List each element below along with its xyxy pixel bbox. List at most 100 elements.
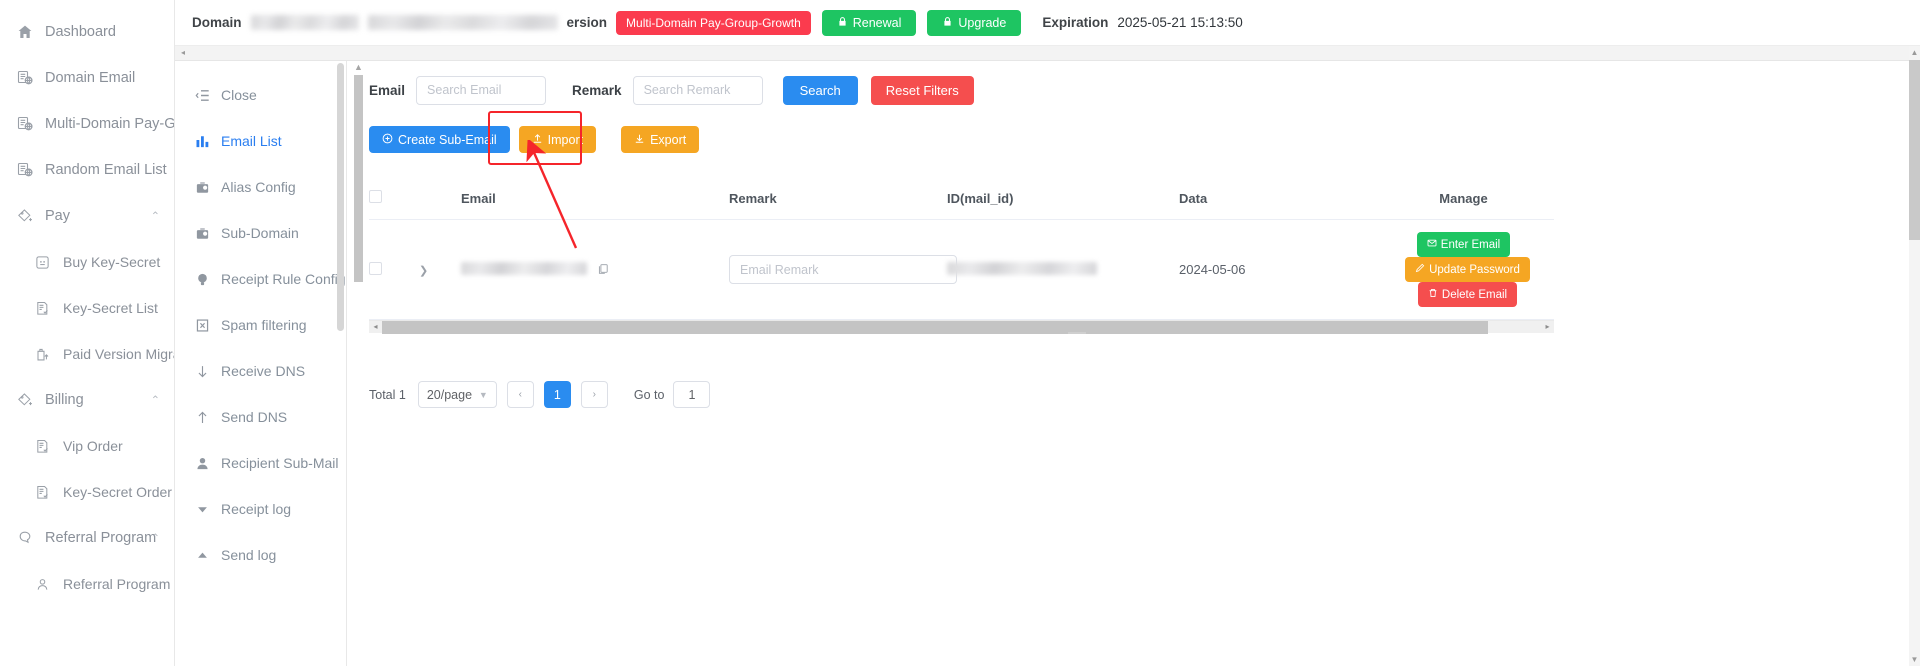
fixed-column-shadow [1187, 177, 1188, 265]
page-number-1[interactable]: 1 [543, 381, 571, 408]
enter-email-button[interactable]: Enter Email [1416, 232, 1511, 257]
menu-item-receipt-log[interactable]: Receipt log [175, 486, 346, 532]
domain-value-redacted [250, 15, 359, 30]
edit-icon [1415, 263, 1425, 276]
sidebar-item-label: Domain Email [45, 70, 136, 86]
menu-item-label: Send DNS [221, 409, 288, 425]
home-icon [16, 24, 33, 41]
row-mail-id-cell [947, 219, 1179, 320]
next-page-button[interactable]: › [580, 381, 608, 408]
content-vertical-scrollbar[interactable] [354, 61, 363, 666]
goto-label: Go to [633, 387, 665, 402]
row-checkbox[interactable] [369, 261, 382, 275]
sidebar-item-key-secret-list[interactable]: Key-Secret List [0, 285, 174, 331]
sidebar-item-multi-domain-pay-group[interactable]: Multi-Domain Pay-Group [0, 101, 174, 147]
bar-chart-icon [194, 133, 210, 149]
search-remark-input[interactable] [632, 75, 763, 105]
create-sub-email-label: Create Sub-Email [398, 132, 497, 147]
page-scrollbar[interactable]: ▲ ▼ [1909, 46, 1920, 666]
menu-item-label: Email List [221, 133, 282, 149]
page-scroll-up-icon[interactable]: ▲ [1909, 48, 1920, 57]
expiration-value: 2025-05-21 15:13:50 [1117, 15, 1243, 30]
menu-item-send-dns[interactable]: Send DNS [175, 394, 346, 440]
menu-item-alias-config[interactable]: Alias Config [175, 164, 346, 210]
update-password-button[interactable]: Update Password [1405, 257, 1530, 282]
caret-down-icon [194, 501, 210, 517]
reset-filters-button[interactable]: Reset Filters [870, 75, 974, 105]
page-scroll-thumb[interactable] [1909, 60, 1920, 240]
upgrade-label: Upgrade [958, 15, 1007, 30]
search-button[interactable]: Search [782, 75, 858, 105]
scroll-right-icon[interactable]: ▸ [1541, 323, 1554, 331]
sidebar-item-referral-program-sub[interactable]: Referral Program [0, 561, 174, 607]
chevron-up-icon[interactable]: ⌃ [151, 532, 160, 545]
domain-label: Domain [192, 15, 242, 30]
list-doc-icon [34, 438, 51, 455]
sidebar-item-label: Paid Version Migration [63, 346, 174, 362]
sidebar-item-buy-key-secret[interactable]: Buy Key-Secret [0, 239, 174, 285]
page-size-select[interactable]: 20/page ▼ [417, 381, 497, 408]
sidebar-item-domain-email[interactable]: Domain Email [0, 55, 174, 101]
secondary-menu-scrollbar[interactable] [337, 61, 344, 666]
upgrade-button[interactable]: Upgrade [927, 9, 1022, 36]
collapse-menu-icon [194, 87, 210, 103]
sidebar-item-referral-program[interactable]: Referral Program ⌃ [0, 515, 174, 561]
collapse-left-icon[interactable]: ◂ [181, 49, 185, 57]
column-mail-id: ID(mail_id) [947, 177, 1179, 220]
menu-item-receive-dns[interactable]: Receive DNS [175, 348, 346, 394]
remark-filter-label: Remark [572, 82, 622, 98]
list-doc-icon [34, 484, 51, 501]
create-sub-email-button[interactable]: Create Sub-Email [369, 126, 510, 153]
menu-item-spam-filtering[interactable]: Spam filtering [175, 302, 346, 348]
search-email-input[interactable] [416, 75, 547, 105]
chevron-up-icon[interactable]: ⌃ [151, 210, 160, 223]
sidebar-item-pay[interactable]: Pay ⌃ [0, 193, 174, 239]
sidebar-item-key-secret-order[interactable]: Key-Secret Order [0, 469, 174, 515]
total-count-label: Total 1 [369, 387, 406, 402]
delete-email-button[interactable]: Delete Email [1417, 282, 1518, 307]
buy-key-icon [34, 254, 51, 271]
primary-sidebar: Dashboard Domain Email Multi-Domain Pay-… [0, 0, 175, 666]
export-label: Export [650, 132, 687, 147]
lock-icon [942, 16, 953, 30]
chevron-up-icon[interactable]: ⌃ [151, 394, 160, 407]
menu-item-sub-domain[interactable]: Sub-Domain [175, 210, 346, 256]
sidebar-item-vip-order[interactable]: Vip Order [0, 423, 174, 469]
spam-icon [194, 317, 210, 333]
menu-item-email-list[interactable]: Email List [175, 118, 346, 164]
panel-collapse-strip[interactable]: ◂ ▸ [175, 46, 1920, 61]
menu-item-send-log[interactable]: Send log [175, 532, 346, 578]
sidebar-item-billing[interactable]: Billing ⌃ [0, 377, 174, 423]
copy-icon[interactable] [597, 263, 609, 278]
page-scroll-down-icon[interactable]: ▼ [1909, 655, 1920, 664]
menu-item-receipt-rule-config[interactable]: Receipt Rule Config [175, 256, 346, 302]
sidebar-item-label: Dashboard [45, 24, 116, 40]
sidebar-item-label: Pay [45, 208, 70, 224]
migration-icon [34, 346, 51, 363]
prev-page-button[interactable]: ‹ [506, 381, 534, 408]
menu-item-recipient-sub-mail[interactable]: Recipient Sub-Mail [175, 440, 346, 486]
expand-row-icon[interactable]: ❯ [419, 265, 428, 277]
hscroll-thumb[interactable] [382, 320, 1488, 334]
email-table-wrapper: Email Remark ID(mail_id) Data Manage ❯ E… [369, 177, 1920, 334]
sidebar-item-label: Multi-Domain Pay-Group [45, 116, 175, 132]
lock-icon [837, 16, 848, 30]
sidebar-item-label: Billing [45, 392, 84, 408]
goto-page-input[interactable] [673, 381, 711, 408]
select-all-checkbox[interactable] [369, 190, 382, 203]
sidebar-item-paid-version-migration[interactable]: Paid Version Migration [0, 331, 174, 377]
email-table: Email Remark ID(mail_id) Data Manage ❯ E… [369, 177, 1554, 320]
menu-item-close[interactable]: Close [175, 72, 346, 118]
caret-up-icon [194, 547, 210, 563]
table-horizontal-scrollbar[interactable]: ◂ ▸ [369, 320, 1554, 334]
import-button[interactable]: Import [518, 126, 597, 153]
sidebar-item-random-email-list[interactable]: Random Email List [0, 147, 174, 193]
sidebar-item-dashboard[interactable]: Dashboard [0, 9, 174, 55]
sidebar-item-label: Buy Key-Secret [63, 254, 161, 270]
trash-icon [1428, 288, 1438, 301]
renewal-button[interactable]: Renewal [821, 9, 917, 36]
scroll-left-icon[interactable]: ◂ [369, 323, 382, 331]
hscroll-track[interactable] [382, 320, 1541, 334]
export-button[interactable]: Export [621, 126, 700, 153]
email-remark-input[interactable] [729, 255, 957, 284]
